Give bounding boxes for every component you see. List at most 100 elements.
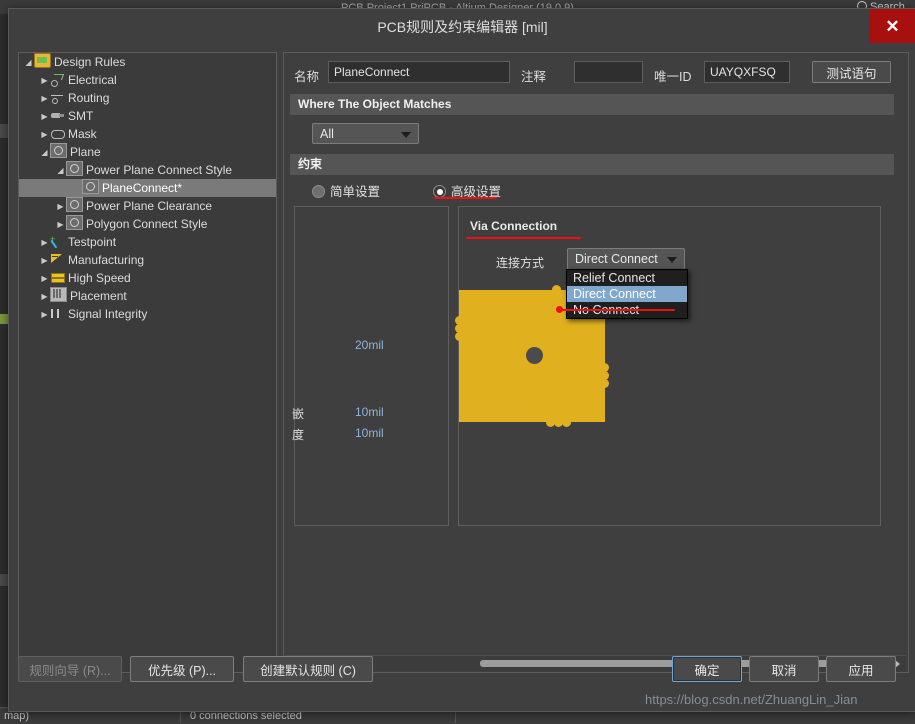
preview-groupbox: 20mil 嵌 10mil 度 10mil xyxy=(292,206,449,526)
tree-item-label: High Speed xyxy=(68,271,131,285)
twisty-collapsed-icon[interactable]: ▶ xyxy=(39,288,50,306)
tree-item-label: PlaneConnect* xyxy=(102,181,183,195)
tree-item-label: Power Plane Connect Style xyxy=(86,163,233,177)
tree-item-power-plane-clearance[interactable]: ▶ Power Plane Clearance xyxy=(19,197,276,215)
tree-item-polygon-connect-style[interactable]: ▶ Polygon Connect Style xyxy=(19,215,276,233)
mask-icon xyxy=(50,127,65,140)
twisty-collapsed-icon[interactable]: ▶ xyxy=(39,252,50,270)
dropdown-option-0[interactable]: Relief Connect xyxy=(567,270,687,286)
tree-item-routing[interactable]: ▶ Routing xyxy=(19,89,276,107)
dropdown-option-1[interactable]: Direct Connect xyxy=(567,286,687,302)
twisty-collapsed-icon[interactable]: ▶ xyxy=(39,306,50,324)
cancel-button[interactable]: 取消 xyxy=(749,656,819,682)
plane-icon xyxy=(82,179,99,194)
twisty-expanded-icon[interactable]: ◢ xyxy=(39,144,50,162)
twisty-collapsed-icon[interactable]: ▶ xyxy=(39,90,50,108)
name-label: 名称 xyxy=(294,70,320,84)
folder-rules-icon xyxy=(34,53,51,68)
signal-integrity-icon xyxy=(50,307,65,320)
tree-item-manufacturing[interactable]: ▶ Manufacturing xyxy=(19,251,276,269)
create-default-rules-button[interactable]: 创建默认规则 (C) xyxy=(243,656,373,682)
tree-item-label: Polygon Connect Style xyxy=(86,217,208,231)
dialog-title: PCB规则及约束编辑器 [mil] xyxy=(377,19,548,35)
tree-item-power-plane-connect-style[interactable]: ◢ Power Plane Connect Style xyxy=(19,161,276,179)
twisty-collapsed-icon[interactable]: ▶ xyxy=(39,270,50,288)
placement-icon xyxy=(50,287,67,302)
twisty-collapsed-icon[interactable]: ▶ xyxy=(39,72,50,90)
tree-item-placement[interactable]: ▶ Placement xyxy=(19,287,276,305)
tree-item-label: Signal Integrity xyxy=(68,307,148,321)
tree-item-smt[interactable]: ▶ SMT xyxy=(19,107,276,125)
apply-button[interactable]: 应用 xyxy=(826,656,896,682)
priority-button[interactable]: 优先级 (P)... xyxy=(130,656,234,682)
tree-item-label: Electrical xyxy=(68,73,117,87)
tree-item-label: Power Plane Clearance xyxy=(86,199,213,213)
tree-item-label: Plane xyxy=(70,145,101,159)
ok-button[interactable]: 确定 xyxy=(672,656,742,682)
twisty-collapsed-icon[interactable]: ▶ xyxy=(39,126,50,144)
smt-icon xyxy=(50,109,65,122)
plane-icon xyxy=(66,161,83,176)
twisty-expanded-icon[interactable]: ◢ xyxy=(55,162,66,180)
plane-icon xyxy=(66,215,83,230)
dialog-footer: 规则向导 (R)... 优先级 (P)... 创建默认规则 (C) 确定 取消 … xyxy=(9,645,915,711)
advanced-red-underline xyxy=(434,197,497,199)
tree-item-label: SMT xyxy=(68,109,94,123)
plane-icon xyxy=(50,143,67,158)
rule-wizard-button[interactable]: 规则向导 (R)... xyxy=(18,656,122,682)
dimension-label-2: 度 xyxy=(292,428,305,442)
tree-item-mask[interactable]: ▶ Mask xyxy=(19,125,276,143)
tree-item-signal-integrity[interactable]: ▶ Signal Integrity xyxy=(19,305,276,323)
name-input[interactable] xyxy=(328,61,510,83)
routing-icon xyxy=(50,91,65,104)
comment-label: 注释 xyxy=(521,70,547,84)
comment-input[interactable] xyxy=(574,61,643,83)
close-icon[interactable]: ✕ xyxy=(869,9,915,43)
red-marker-dot xyxy=(556,306,563,313)
tree-item-design-rules[interactable]: ◢ Design Rules xyxy=(19,53,276,71)
twisty-collapsed-icon[interactable]: ▶ xyxy=(39,234,50,252)
tree-item-plane[interactable]: ◢ Plane xyxy=(19,143,276,161)
tree-item-label: Mask xyxy=(68,127,97,141)
dialog-body: ◢ Design Rules ▶ Electrical ▶ Routing ▶ SMT ▶ Mas… xyxy=(9,45,915,675)
tree-item-testpoint[interactable]: ▶ Testpoint xyxy=(19,233,276,251)
tree-item-electrical[interactable]: ▶ Electrical xyxy=(19,71,276,89)
chevron-down-icon xyxy=(401,132,411,138)
twisty-expanded-icon[interactable]: ◢ xyxy=(23,54,34,72)
radio-dot-simple xyxy=(312,185,325,198)
twisty-collapsed-icon[interactable]: ▶ xyxy=(55,198,66,216)
via-connect-style-dropdown[interactable]: Relief Connect Direct Connect No Connect xyxy=(566,269,688,319)
tree-item-label: Design Rules xyxy=(54,55,126,69)
unique-id-input[interactable] xyxy=(704,61,790,83)
direct-connect-red-underline xyxy=(559,309,675,311)
scope-select[interactable]: All xyxy=(312,123,419,144)
test-query-button[interactable]: 测试语句 xyxy=(812,61,891,83)
dimension-value-2: 10mil xyxy=(355,426,384,440)
tree-item-label: Testpoint xyxy=(68,235,117,249)
tree-item-label: Placement xyxy=(70,289,127,303)
connect-mode-label: 连接方式 xyxy=(496,256,545,270)
dimension-value-1: 10mil xyxy=(355,405,384,419)
testpoint-icon xyxy=(50,235,65,248)
via-connect-style-value: Direct Connect xyxy=(575,252,658,266)
twisty-collapsed-icon[interactable]: ▶ xyxy=(39,108,50,126)
design-rules-tree[interactable]: ◢ Design Rules ▶ Electrical ▶ Routing ▶ SMT ▶ Mas… xyxy=(18,52,277,673)
tree-item-high-speed[interactable]: ▶ High Speed xyxy=(19,269,276,287)
tree-item-label: Routing xyxy=(68,91,110,105)
scope-select-value: All xyxy=(320,127,334,141)
radio-simple-settings[interactable]: 简单设置 xyxy=(312,181,380,200)
dimension-label-1: 嵌 xyxy=(292,407,305,421)
where-object-matches-header: Where The Object Matches xyxy=(290,94,894,115)
via-connection-groupbox: Via Connection 连接方式 Direct Connect xyxy=(455,206,881,526)
unique-id-label: 唯一ID xyxy=(654,70,692,84)
via-connect-style-select[interactable]: Direct Connect xyxy=(567,248,685,270)
tree-item-planeconnect[interactable]: PlaneConnect* xyxy=(19,179,276,197)
high-speed-icon xyxy=(50,271,65,284)
radio-simple-label: 简单设置 xyxy=(330,185,381,199)
tree-item-label: Manufacturing xyxy=(68,253,145,267)
via-connection-red-underline xyxy=(466,237,581,239)
via-connection-title: Via Connection xyxy=(470,219,558,233)
chevron-down-icon xyxy=(667,257,677,263)
twisty-collapsed-icon[interactable]: ▶ xyxy=(55,216,66,234)
dialog-titlebar: PCB规则及约束编辑器 [mil] ✕ xyxy=(9,9,915,45)
